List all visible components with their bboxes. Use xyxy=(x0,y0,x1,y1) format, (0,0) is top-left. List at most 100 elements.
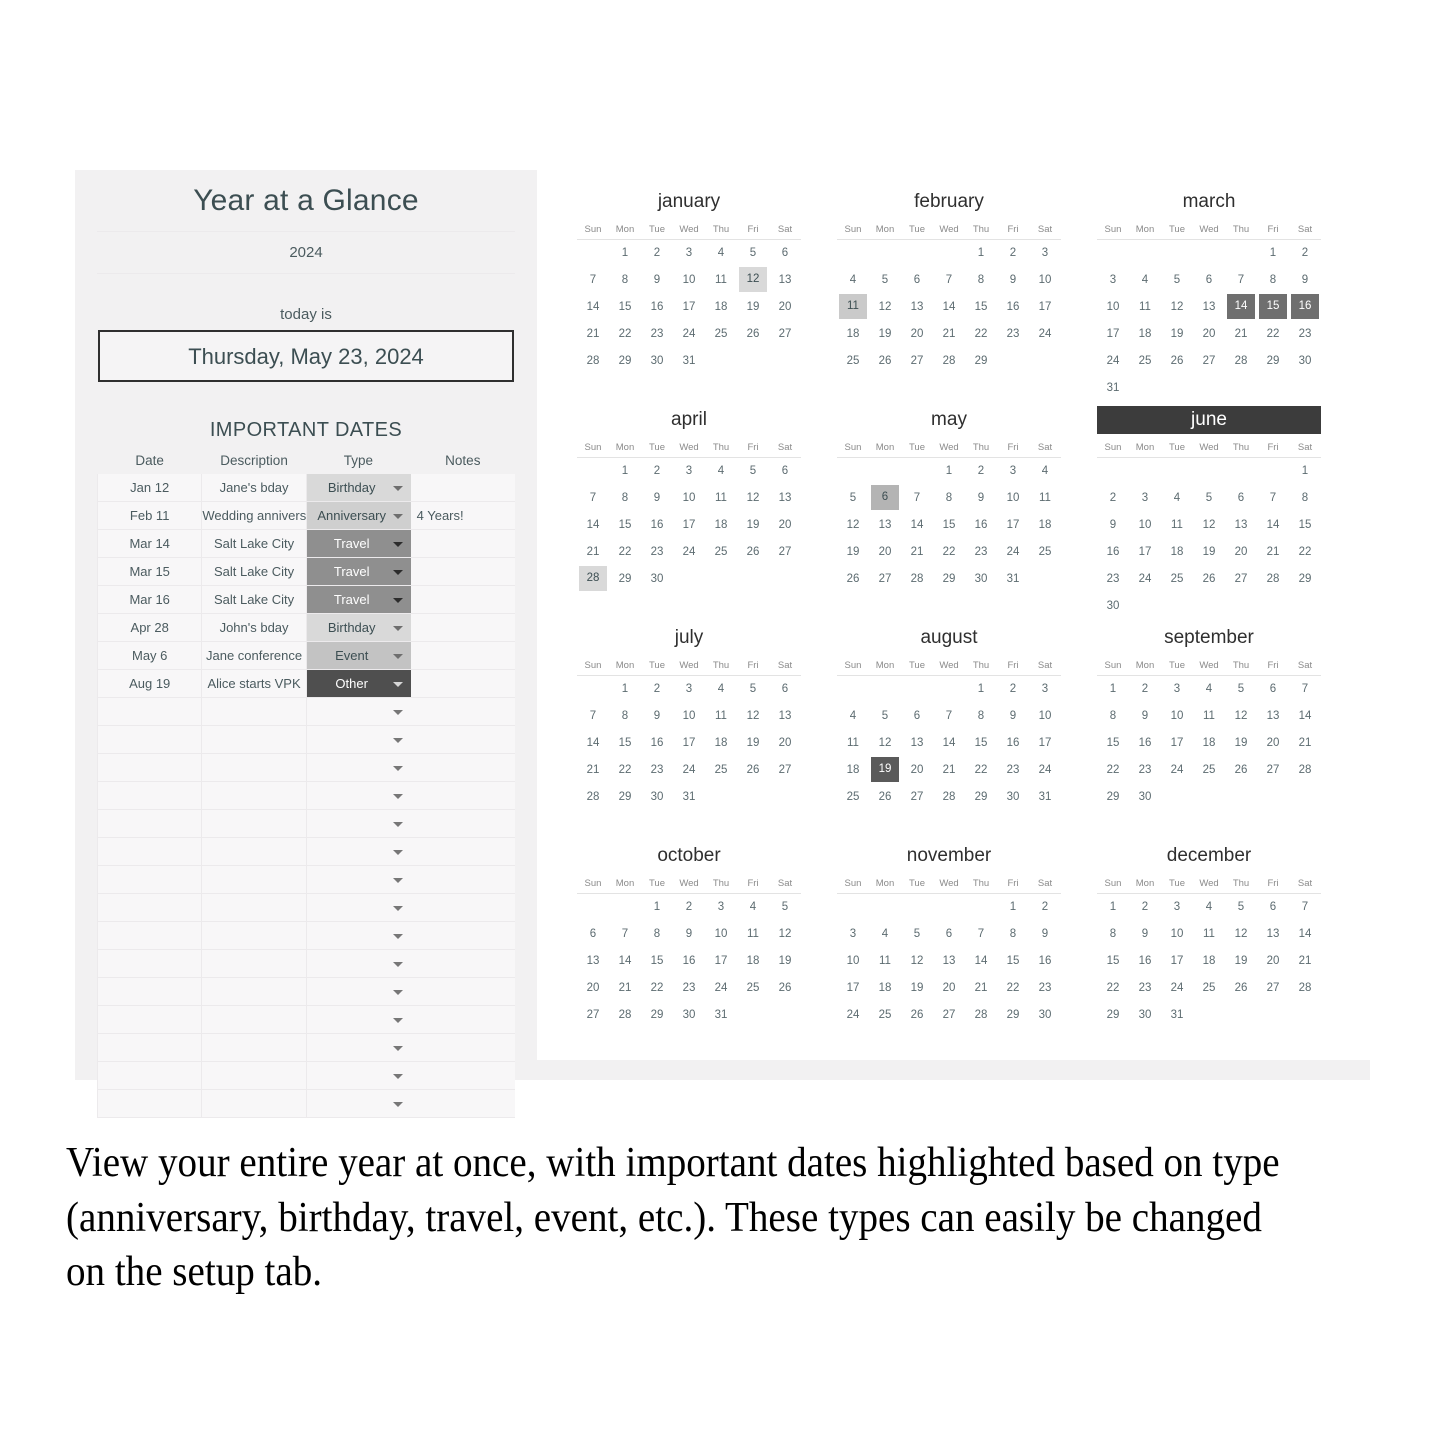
day-cell[interactable]: 30 xyxy=(997,783,1029,810)
day-cell[interactable]: 22 xyxy=(1257,320,1289,347)
day-cell[interactable]: 18 xyxy=(705,293,737,320)
day-cell[interactable]: 20 xyxy=(1257,947,1289,974)
day-cell[interactable]: 9 xyxy=(1097,511,1129,538)
day-cell[interactable]: 2 xyxy=(1097,484,1129,511)
day-cell[interactable]: 7 xyxy=(1257,484,1289,511)
day-cell[interactable]: 21 xyxy=(1289,947,1321,974)
day-cell[interactable]: 17 xyxy=(997,511,1029,538)
cell-date[interactable] xyxy=(96,977,203,1006)
day-cell[interactable]: 20 xyxy=(901,320,933,347)
day-cell[interactable]: 24 xyxy=(997,538,1029,565)
day-cell[interactable]: 16 xyxy=(997,729,1029,756)
cell-description[interactable] xyxy=(201,1033,307,1062)
day-cell[interactable]: 6 xyxy=(869,484,901,511)
day-cell[interactable]: 26 xyxy=(737,756,769,783)
day-cell[interactable]: 10 xyxy=(1161,702,1193,729)
cell-notes[interactable]: 4 Years! xyxy=(410,501,515,530)
day-cell[interactable]: 19 xyxy=(737,729,769,756)
day-cell[interactable]: 14 xyxy=(1289,920,1321,947)
day-cell[interactable]: 8 xyxy=(933,484,965,511)
day-cell[interactable]: 5 xyxy=(869,266,901,293)
day-cell[interactable]: 30 xyxy=(1129,783,1161,810)
day-cell[interactable]: 14 xyxy=(577,729,609,756)
day-cell[interactable]: 30 xyxy=(641,783,673,810)
cell-date[interactable] xyxy=(96,781,203,810)
day-cell[interactable]: 13 xyxy=(769,484,801,511)
day-cell[interactable]: 1 xyxy=(641,893,673,920)
cell-description[interactable] xyxy=(201,697,307,726)
day-cell[interactable]: 30 xyxy=(641,565,673,592)
day-cell[interactable]: 24 xyxy=(673,320,705,347)
day-cell[interactable]: 20 xyxy=(1193,320,1225,347)
cell-notes[interactable] xyxy=(410,753,515,782)
cell-description[interactable]: Jane conference xyxy=(201,641,307,670)
day-cell[interactable]: 3 xyxy=(673,457,705,484)
day-cell[interactable]: 29 xyxy=(609,565,641,592)
day-cell[interactable]: 6 xyxy=(901,702,933,729)
day-cell[interactable]: 27 xyxy=(769,320,801,347)
day-cell[interactable]: 14 xyxy=(1257,511,1289,538)
day-cell[interactable]: 3 xyxy=(1161,675,1193,702)
cell-description[interactable] xyxy=(201,837,307,866)
day-cell[interactable]: 27 xyxy=(869,565,901,592)
day-cell[interactable]: 20 xyxy=(933,974,965,1001)
day-cell[interactable]: 21 xyxy=(1289,729,1321,756)
cell-notes[interactable] xyxy=(410,585,515,614)
day-cell[interactable]: 24 xyxy=(1161,974,1193,1001)
day-cell[interactable]: 8 xyxy=(965,702,997,729)
day-cell[interactable]: 26 xyxy=(869,347,901,374)
cell-notes[interactable] xyxy=(410,1005,515,1034)
day-cell[interactable]: 29 xyxy=(1097,783,1129,810)
day-cell[interactable]: 4 xyxy=(705,239,737,266)
day-cell[interactable]: 17 xyxy=(1161,729,1193,756)
day-cell[interactable]: 5 xyxy=(1225,893,1257,920)
day-cell[interactable]: 7 xyxy=(1289,893,1321,920)
day-cell[interactable]: 12 xyxy=(737,702,769,729)
day-cell[interactable]: 17 xyxy=(673,293,705,320)
day-cell[interactable]: 2 xyxy=(997,675,1029,702)
day-cell[interactable]: 22 xyxy=(609,320,641,347)
day-cell[interactable]: 23 xyxy=(673,974,705,1001)
day-cell[interactable]: 26 xyxy=(737,320,769,347)
day-cell[interactable]: 1 xyxy=(609,675,641,702)
day-cell[interactable]: 19 xyxy=(737,293,769,320)
day-cell[interactable]: 12 xyxy=(1225,920,1257,947)
day-cell[interactable]: 24 xyxy=(673,756,705,783)
day-cell[interactable]: 18 xyxy=(837,756,869,783)
day-cell[interactable]: 13 xyxy=(901,729,933,756)
day-cell[interactable]: 7 xyxy=(933,266,965,293)
day-cell[interactable]: 8 xyxy=(609,484,641,511)
day-cell[interactable]: 6 xyxy=(577,920,609,947)
day-cell[interactable]: 18 xyxy=(705,729,737,756)
day-cell[interactable]: 21 xyxy=(933,320,965,347)
day-cell[interactable]: 22 xyxy=(641,974,673,1001)
type-dropdown[interactable] xyxy=(307,838,411,865)
day-cell[interactable]: 7 xyxy=(1289,675,1321,702)
cell-date[interactable] xyxy=(96,949,203,978)
day-cell[interactable]: 19 xyxy=(737,511,769,538)
cell-description[interactable] xyxy=(201,753,307,782)
day-cell[interactable]: 6 xyxy=(933,920,965,947)
day-cell[interactable]: 7 xyxy=(933,702,965,729)
day-cell[interactable]: 19 xyxy=(1161,320,1193,347)
day-cell[interactable]: 22 xyxy=(965,756,997,783)
day-cell[interactable]: 13 xyxy=(1225,511,1257,538)
day-cell[interactable]: 30 xyxy=(1129,1001,1161,1028)
day-cell[interactable]: 18 xyxy=(869,974,901,1001)
day-cell[interactable]: 10 xyxy=(1029,702,1061,729)
day-cell[interactable]: 12 xyxy=(1193,511,1225,538)
day-cell[interactable]: 2 xyxy=(641,457,673,484)
day-cell[interactable]: 26 xyxy=(901,1001,933,1028)
day-cell[interactable]: 10 xyxy=(1029,266,1061,293)
day-cell[interactable]: 22 xyxy=(609,538,641,565)
day-cell[interactable]: 10 xyxy=(1129,511,1161,538)
day-cell[interactable]: 21 xyxy=(1225,320,1257,347)
day-cell[interactable]: 29 xyxy=(965,783,997,810)
day-cell[interactable]: 3 xyxy=(673,239,705,266)
day-cell[interactable]: 11 xyxy=(1161,511,1193,538)
day-cell[interactable]: 24 xyxy=(705,974,737,1001)
cell-date[interactable]: Apr 28 xyxy=(96,613,203,642)
day-cell[interactable]: 25 xyxy=(705,538,737,565)
day-cell[interactable]: 10 xyxy=(1161,920,1193,947)
day-cell[interactable]: 23 xyxy=(1029,974,1061,1001)
